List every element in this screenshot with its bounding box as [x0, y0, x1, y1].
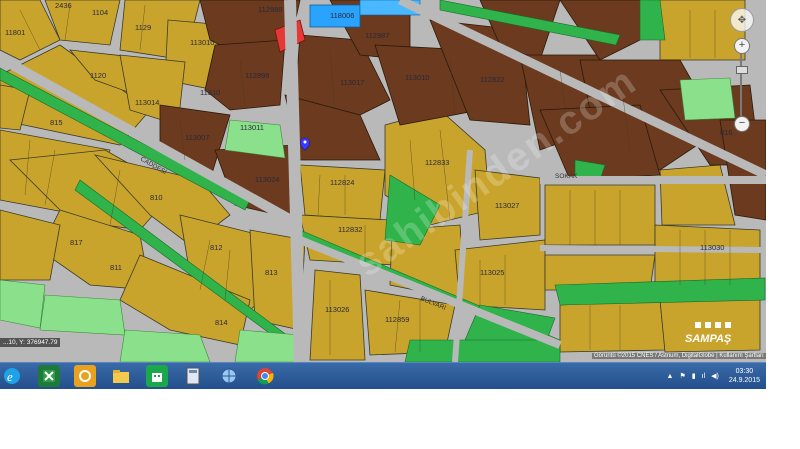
block-label: 112987: [365, 31, 389, 40]
zoom-slider-handle[interactable]: [736, 66, 748, 74]
volume-icon[interactable]: ◀): [711, 372, 719, 380]
parcel-map[interactable]: 2436 1104 11801 1129 113010 112988 11800…: [0, 0, 766, 362]
block-label: 817: [70, 238, 83, 247]
block-label: 113025: [480, 268, 504, 277]
block-label: 113014: [135, 98, 159, 107]
zoom-track[interactable]: [740, 44, 742, 116]
block-label: 112859: [385, 315, 409, 324]
show-hidden-icons-icon[interactable]: ▲: [667, 373, 674, 380]
zoom-control: ✥ + −: [730, 8, 754, 132]
block-label: 113011: [240, 123, 264, 132]
internet-explorer-icon[interactable]: e: [0, 364, 24, 388]
block-label: 118006: [330, 11, 354, 20]
file-explorer-icon[interactable]: [110, 365, 132, 387]
network-icon[interactable]: [218, 365, 240, 387]
svg-text:SAMPAŞ: SAMPAŞ: [685, 333, 732, 345]
block-label: 815: [50, 118, 63, 127]
block-label: 112822: [480, 75, 504, 84]
block-label: 811: [110, 263, 122, 272]
block-label: 11801: [5, 28, 25, 37]
clock[interactable]: 03:30 24.9.2015: [729, 367, 760, 385]
block-label: 113007: [185, 133, 209, 142]
sampas-logo: SAMPAŞ: [685, 322, 732, 345]
system-tray: ▲ ⚑ ▮ ıl ◀) 03:30 24.9.2015: [661, 363, 760, 389]
chrome-icon[interactable]: [254, 365, 276, 387]
block-label: 113026: [325, 305, 349, 314]
block-label: 814: [215, 318, 228, 327]
taskbar: e ▲ ⚑ ▮ ıl ◀) 03:30 24.9.2015: [0, 362, 766, 389]
block-label: 1129: [135, 23, 151, 32]
block-label: 113024: [255, 175, 279, 184]
block-label: 11310: [200, 88, 220, 97]
block-label: 1104: [92, 8, 108, 17]
block-label: 113017: [340, 78, 364, 87]
store-icon[interactable]: [146, 365, 168, 387]
svg-text:e: e: [7, 369, 13, 384]
outlook-icon[interactable]: [74, 365, 96, 387]
clock-date: 24.9.2015: [728, 377, 760, 384]
block-label: 112824: [330, 178, 354, 187]
excel-icon[interactable]: [38, 365, 60, 387]
block-label: 112832: [338, 225, 362, 234]
map-viewport[interactable]: 2436 1104 11801 1129 113010 112988 11800…: [0, 0, 766, 362]
zoom-out-button[interactable]: −: [734, 116, 750, 132]
block-label: 112833: [425, 158, 449, 167]
block-label: 813: [265, 268, 278, 277]
block-label: 1120: [90, 71, 106, 80]
block-label: 113010: [190, 38, 214, 47]
road-label: SOKAK: [555, 173, 578, 180]
zoom-in-button[interactable]: +: [734, 38, 750, 54]
block-label: 112898: [245, 71, 269, 80]
pan-compass-icon[interactable]: ✥: [730, 8, 754, 32]
signal-icon[interactable]: ıl: [702, 373, 706, 380]
block-label: 812: [210, 243, 223, 252]
flag-icon[interactable]: ⚑: [679, 372, 685, 380]
map-attribution[interactable]: Görüntü ©2015 CNES / Astrium, DigitalGlo…: [592, 353, 766, 359]
battery-icon[interactable]: ▮: [692, 372, 696, 380]
coordinate-readout: ...10, Y: 376947.79: [0, 338, 61, 347]
clock-time: 03:30: [735, 368, 754, 375]
block-label: 113027: [495, 201, 519, 210]
calculator-icon[interactable]: [182, 365, 204, 387]
block-label: 810: [150, 193, 163, 202]
block-label: 113030: [700, 243, 724, 252]
block-label: 112988: [258, 5, 282, 14]
block-label: 2436: [55, 1, 72, 10]
block-label: 113010: [405, 73, 429, 82]
